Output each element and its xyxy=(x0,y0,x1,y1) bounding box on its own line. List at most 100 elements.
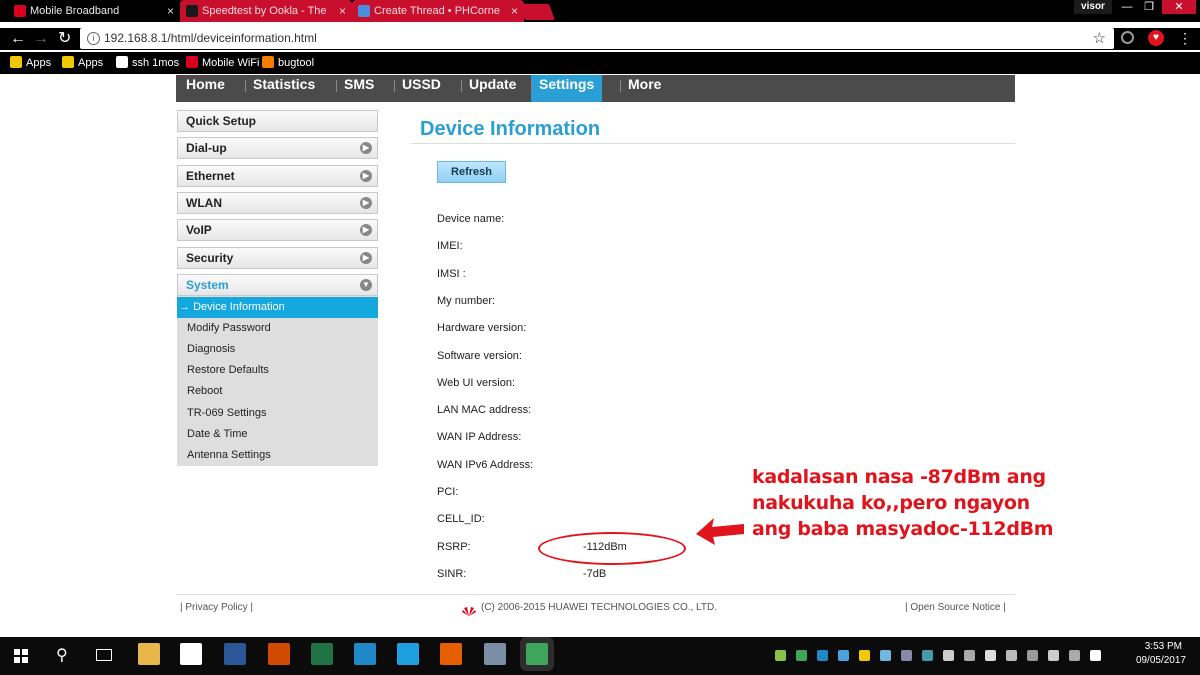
tab-favicon-icon xyxy=(186,5,198,17)
sidebar-item-wlan[interactable]: WLAN ▶ xyxy=(177,191,378,214)
tray-icon[interactable] xyxy=(922,650,933,661)
submenu-label: Diagnosis xyxy=(187,343,236,356)
privacy-policy-link[interactable]: | Privacy Policy | xyxy=(180,602,253,613)
extension-icon[interactable] xyxy=(1121,31,1134,44)
refresh-button[interactable]: Refresh xyxy=(437,161,506,183)
tray-icon[interactable] xyxy=(943,650,954,661)
field-label-rsrp: RSRP: xyxy=(437,540,471,553)
tray-icon[interactable] xyxy=(796,650,807,661)
open-source-link[interactable]: | Open Source Notice | xyxy=(905,602,1006,613)
sidebar-item-system[interactable]: System ▼ xyxy=(177,273,378,296)
bookmark-star-icon[interactable]: ☆ xyxy=(1093,28,1106,49)
huawei-logo-icon xyxy=(186,56,198,68)
submenu-date-time[interactable]: Date & Time xyxy=(177,424,378,445)
menu-settings[interactable]: Settings xyxy=(531,75,603,102)
menu-statistics[interactable]: Statistics xyxy=(253,75,315,102)
restore-button[interactable]: ❐ xyxy=(1138,0,1160,14)
field-label-wan-ip-address: WAN IP Address: xyxy=(437,431,522,444)
sidebar-item-quick-setup[interactable]: Quick Setup xyxy=(177,110,378,132)
browser-tab-3[interactable]: Create Thread • PHCorne × xyxy=(352,0,524,22)
browser-tab-2[interactable]: Speedtest by Ookla - The × xyxy=(180,0,352,22)
title-divider xyxy=(411,143,1015,144)
tray-icon[interactable] xyxy=(838,650,849,661)
reload-icon[interactable]: ↻ xyxy=(58,30,71,48)
profile-chip[interactable]: visor xyxy=(1074,0,1112,14)
apps-grid-icon xyxy=(62,56,74,68)
back-icon[interactable]: ← xyxy=(10,30,26,48)
tab-close-icon[interactable]: × xyxy=(339,0,346,22)
tray-icon[interactable] xyxy=(985,650,996,661)
tray-icon[interactable] xyxy=(880,650,891,661)
windows-start-icon[interactable] xyxy=(14,649,28,668)
photoshop-icon[interactable] xyxy=(268,643,290,665)
heart-extension-icon[interactable]: ♥ xyxy=(1148,30,1164,46)
key-icon xyxy=(116,56,128,68)
excel-icon[interactable] xyxy=(311,643,333,665)
bookmark-apps-1[interactable]: Apps xyxy=(62,56,103,70)
tray-icon[interactable] xyxy=(964,650,975,661)
menu-update[interactable]: Update xyxy=(469,75,516,102)
chrome-icon[interactable] xyxy=(526,643,548,665)
sidebar-item-label: VoIP xyxy=(186,223,212,238)
tray-icon[interactable] xyxy=(775,650,786,661)
file-explorer-icon[interactable] xyxy=(138,643,160,665)
close-window-button[interactable]: ✕ xyxy=(1162,0,1196,14)
sidebar-item-dial-up[interactable]: Dial-up ▶ xyxy=(177,137,378,160)
submenu-diagnosis[interactable]: Diagnosis xyxy=(177,339,378,360)
tray-icon[interactable] xyxy=(859,650,870,661)
tray-icon[interactable] xyxy=(1090,650,1101,661)
sidebar-item-voip[interactable]: VoIP ▶ xyxy=(177,219,378,242)
menu-icon[interactable]: ⋮ xyxy=(1178,30,1192,47)
sidebar-item-ethernet[interactable]: Ethernet ▶ xyxy=(177,164,378,187)
submenu-antenna-settings[interactable]: Antenna Settings xyxy=(177,445,378,466)
tray-icon[interactable] xyxy=(1006,650,1017,661)
task-view-icon[interactable] xyxy=(96,649,112,661)
sidebar-item-security[interactable]: Security ▶ xyxy=(177,246,378,269)
search-icon[interactable]: ⚲ xyxy=(56,645,68,665)
chevron-right-icon: ▶ xyxy=(360,251,372,264)
network-icon[interactable] xyxy=(354,643,376,665)
address-bar[interactable]: i 192.168.8.1/html/deviceinformation.htm… xyxy=(80,28,1114,49)
firefox-icon[interactable] xyxy=(440,643,462,665)
tray-icon[interactable] xyxy=(901,650,912,661)
tray-icon[interactable] xyxy=(817,650,828,661)
privacy-policy-label: Privacy Policy xyxy=(185,602,248,613)
browser-tab-1[interactable]: Mobile Broadband × xyxy=(8,0,180,22)
submenu-modify-password[interactable]: Modify Password xyxy=(177,318,378,339)
clock-date[interactable]: 09/05/2017 xyxy=(1124,655,1186,666)
forward-icon[interactable]: → xyxy=(33,30,49,48)
store-icon[interactable] xyxy=(180,643,202,665)
tab-close-icon[interactable]: × xyxy=(167,0,174,22)
menu-ussd[interactable]: USSD xyxy=(402,75,441,102)
bookmark-bugtool-4[interactable]: bugtool xyxy=(262,56,314,70)
bookmark-ssh-1mos-2[interactable]: ssh 1mos xyxy=(116,56,179,70)
new-tab-button[interactable] xyxy=(519,4,555,20)
menu-more[interactable]: More xyxy=(628,75,661,102)
bookmark-apps-0[interactable]: Apps xyxy=(10,56,51,70)
field-value-sinr: -7dB xyxy=(583,567,607,580)
app-icon[interactable] xyxy=(484,643,506,665)
field-label-lan-mac-address: LAN MAC address: xyxy=(437,404,532,417)
apps-grid-icon xyxy=(10,56,22,68)
word-icon[interactable] xyxy=(224,643,246,665)
field-label-imsi: IMSI : xyxy=(437,267,466,280)
field-label-cell-id: CELL_ID: xyxy=(437,513,485,526)
submenu-reboot[interactable]: Reboot xyxy=(177,381,378,402)
tab-close-icon[interactable]: × xyxy=(511,0,518,22)
bookmark-mobile-wifi-3[interactable]: Mobile WiFi xyxy=(186,56,259,70)
submenu-restore-defaults[interactable]: Restore Defaults xyxy=(177,360,378,381)
internet-explorer-icon[interactable] xyxy=(397,643,419,665)
tray-icon[interactable] xyxy=(1048,650,1059,661)
clock-time[interactable]: 3:53 PM xyxy=(1124,641,1182,652)
tray-icon[interactable] xyxy=(1069,650,1080,661)
info-icon[interactable]: i xyxy=(87,32,100,45)
submenu-label: Antenna Settings xyxy=(187,448,271,461)
menu-sms[interactable]: SMS xyxy=(344,75,374,102)
sidebar-item-label: Quick Setup xyxy=(186,114,257,128)
minimize-button[interactable]: — xyxy=(1116,0,1138,14)
submenu-device-information[interactable]: → Device Information xyxy=(177,297,378,318)
open-source-label: Open Source Notice xyxy=(910,602,1001,613)
tray-icon[interactable] xyxy=(1027,650,1038,661)
menu-home[interactable]: Home xyxy=(186,75,225,102)
submenu-tr-069-settings[interactable]: TR-069 Settings xyxy=(177,403,378,424)
